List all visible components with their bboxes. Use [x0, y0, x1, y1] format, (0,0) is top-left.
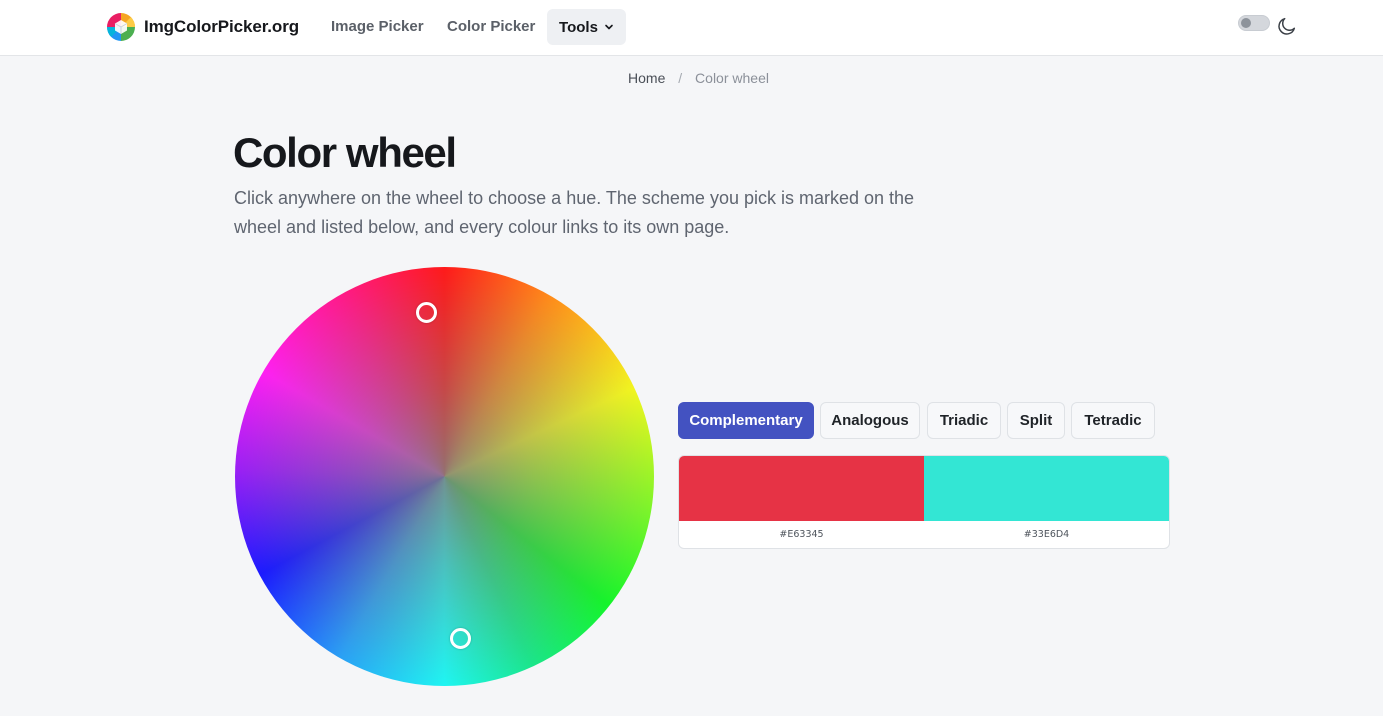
swatch-primary[interactable]: #E63345 — [679, 456, 924, 548]
top-navbar: ImgColorPicker.org Image Picker Color Pi… — [0, 0, 1383, 56]
moon-icon[interactable] — [1276, 15, 1298, 37]
swatch-panel: #E63345 #33E6D4 — [678, 455, 1170, 549]
tools-label: Tools — [559, 18, 598, 36]
breadcrumb-home-link[interactable]: Home — [628, 70, 665, 86]
swatch-color-block — [924, 456, 1169, 521]
breadcrumb-current: Color wheel — [695, 70, 769, 86]
wheel-marker-complement[interactable] — [450, 628, 471, 649]
theme-toggle-switch[interactable] — [1238, 15, 1270, 31]
tab-triadic[interactable]: Triadic — [927, 402, 1001, 439]
tab-split[interactable]: Split — [1007, 402, 1065, 439]
swatch-hex-label: #E63345 — [779, 529, 824, 540]
swatch-complement[interactable]: #33E6D4 — [924, 456, 1169, 548]
brand-link[interactable]: ImgColorPicker.org — [106, 12, 299, 42]
nav-image-picker-link[interactable]: Image Picker — [331, 16, 424, 38]
swatch-color-block — [679, 456, 924, 521]
tab-analogous[interactable]: Analogous — [820, 402, 920, 439]
logo-icon — [107, 13, 135, 41]
breadcrumb: Home / Color wheel — [0, 69, 1383, 87]
swatch-hex-label: #33E6D4 — [1023, 529, 1070, 540]
chevron-down-icon — [605, 24, 613, 30]
breadcrumb-separator: / — [678, 70, 683, 86]
tools-dropdown-button[interactable]: Tools — [547, 9, 626, 45]
color-wheel[interactable] — [235, 267, 654, 686]
wheel-marker-primary[interactable] — [416, 302, 437, 323]
page-description: Click anywhere on the wheel to choose a … — [234, 188, 915, 237]
toggle-knob — [1241, 18, 1251, 28]
tab-complementary[interactable]: Complementary — [678, 402, 814, 439]
brand-name: ImgColorPicker.org — [144, 17, 300, 36]
tab-tetradic[interactable]: Tetradic — [1071, 402, 1155, 439]
nav-color-picker-link[interactable]: Color Picker — [447, 16, 535, 38]
page-title: Color wheel — [233, 129, 457, 176]
